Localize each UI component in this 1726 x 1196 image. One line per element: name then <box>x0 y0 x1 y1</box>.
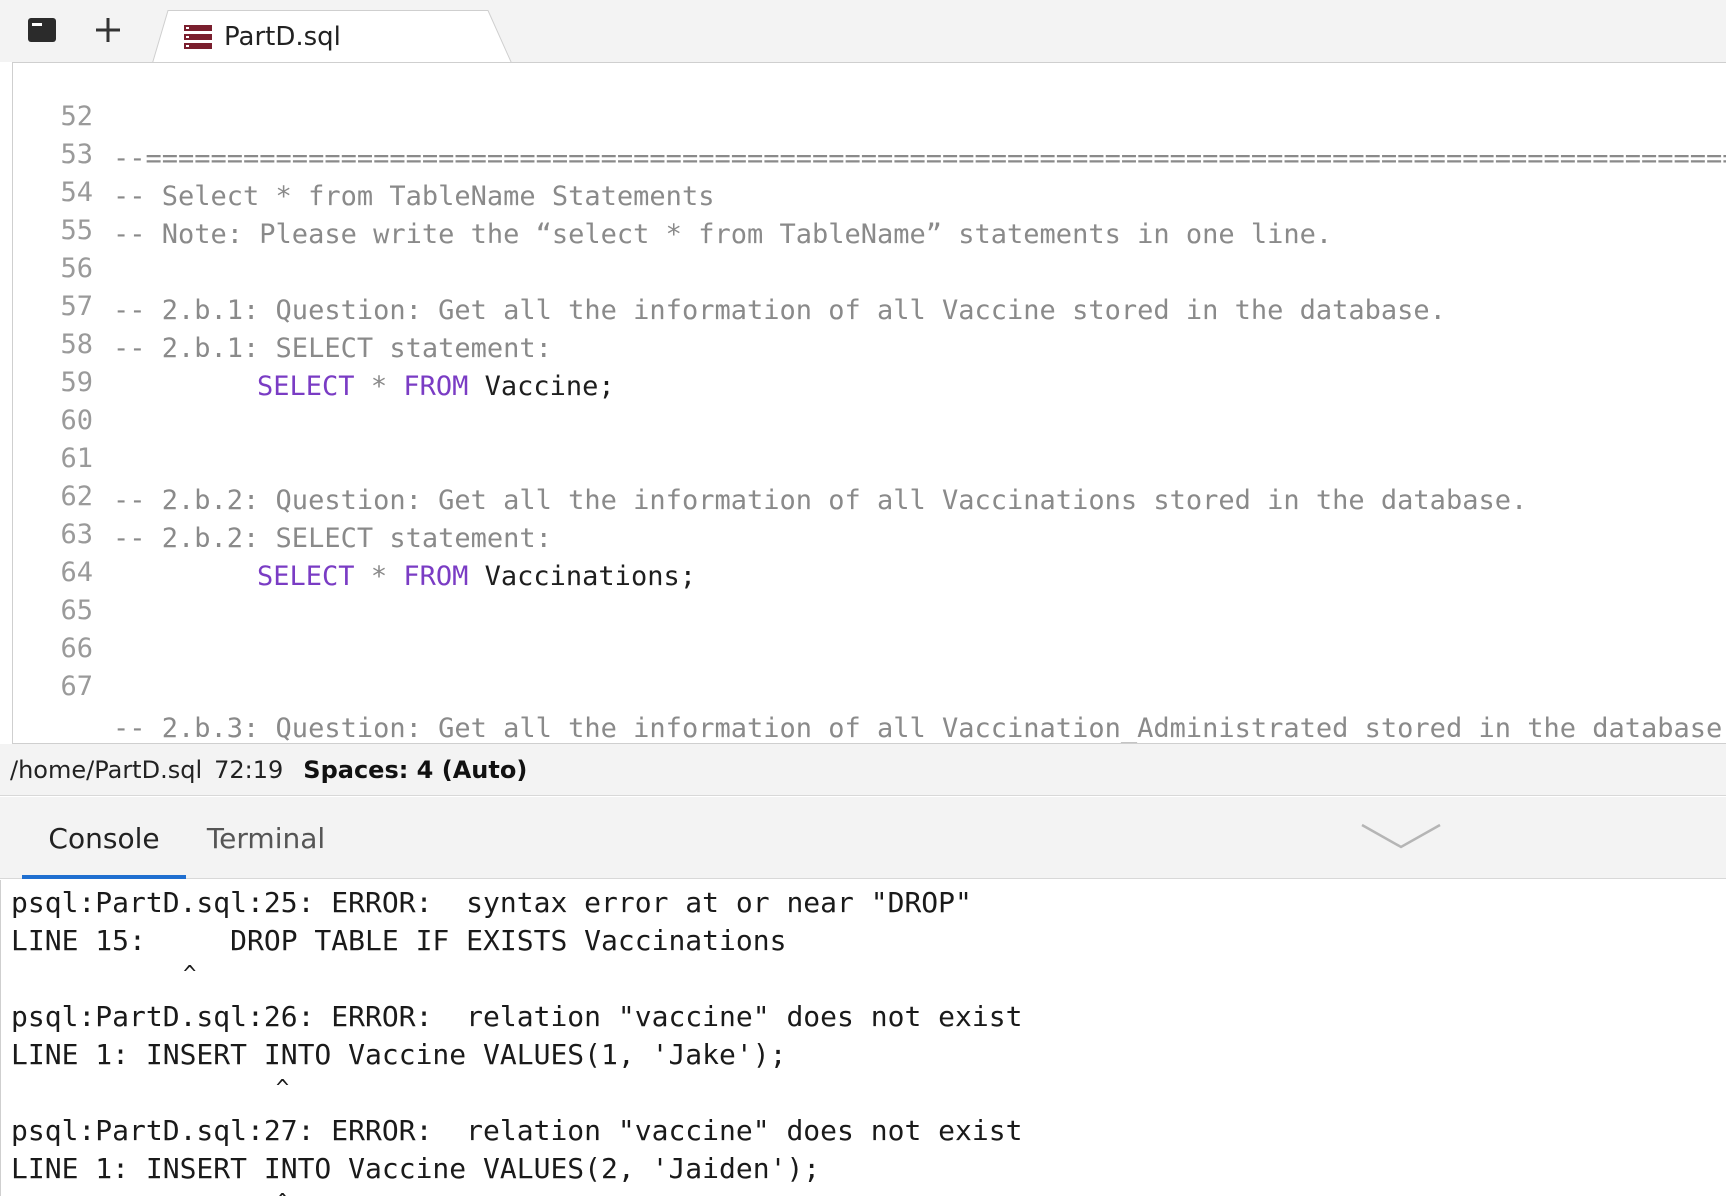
sql-keyword: FROM <box>403 371 469 402</box>
code-text: -- Select * from TableName Statements <box>113 181 715 212</box>
code-text: -- 2.b.1: Question: Get all the informat… <box>113 295 1446 326</box>
panel-icon[interactable] <box>22 12 62 48</box>
plus-icon <box>96 18 120 42</box>
code-text: --======================================… <box>113 143 1726 174</box>
code-text: -- 2.b.2: Question: Get all the informat… <box>113 485 1528 516</box>
console-line: ^ <box>11 1076 290 1101</box>
code-text: -- 2.b.1: SELECT statement: <box>113 333 552 364</box>
code-line: 65 <box>13 548 93 626</box>
code-line: 60 <box>13 358 93 436</box>
console-line: psql:PartD.sql:27: ERROR: relation "vacc… <box>11 1114 1023 1147</box>
code-line: 59 <box>13 320 93 398</box>
sql-operator: * <box>370 561 388 592</box>
code-line: 61 -- 2.b.2: Question: Get all the infor… <box>13 396 1527 516</box>
code-line: 67 -- 2.b.3: Question: Get all the infor… <box>13 624 1726 743</box>
database-file-icon <box>184 24 212 49</box>
cursor-position[interactable]: 72:19 <box>214 756 283 784</box>
console-line: LINE 1: INSERT INTO Vaccine VALUES(1, 'J… <box>11 1038 787 1071</box>
sql-keyword: SELECT <box>257 371 355 402</box>
console-line: ^ <box>11 1184 289 1196</box>
console-line: ^ <box>11 962 197 987</box>
code-line: 54 -- Note: Please write the “select * f… <box>13 130 1332 250</box>
tab-bar: PartD.sql <box>0 0 1726 63</box>
code-line: 58 SELECT * FROM Vaccine; <box>13 282 614 402</box>
sql-identifier: Vaccinations; <box>484 561 696 592</box>
chevron-down-icon[interactable] <box>1360 817 1442 853</box>
tab-console[interactable]: Console <box>22 797 186 879</box>
file-path: /home/PartD.sql <box>10 755 203 784</box>
panel-tab-bar: Console Terminal <box>0 797 1726 879</box>
tab-partd-sql[interactable]: PartD.sql <box>152 10 512 63</box>
code-line: 57 -- 2.b.1: SELECT statement: <box>13 244 551 364</box>
code-line: 63 SELECT * FROM Vaccinations; <box>13 472 695 592</box>
line-number: 67 <box>60 671 93 702</box>
console-line: LINE 1: INSERT INTO Vaccine VALUES(2, 'J… <box>11 1152 821 1185</box>
code-text: -- 2.b.3: Question: Get all the informat… <box>113 713 1726 744</box>
code-text: -- 2.b.2: SELECT statement: <box>113 523 552 554</box>
indentation-setting[interactable]: Spaces: 4 (Auto) <box>303 756 527 784</box>
code-line: 56 -- 2.b.1: Question: Get all the infor… <box>13 206 1445 326</box>
console-line: LINE 15: DROP TABLE IF EXISTS Vaccinatio… <box>11 924 787 957</box>
code-line: 53 -- Select * from TableName Statements <box>13 92 714 212</box>
status-bar: /home/PartD.sql 72:19 Spaces: 4 (Auto) <box>0 744 1726 796</box>
tab-terminal[interactable]: Terminal <box>196 797 336 879</box>
code-line: 64 <box>13 510 93 588</box>
code-line: 55 <box>13 168 93 246</box>
new-tab-button[interactable] <box>88 12 128 48</box>
code-line: 52 --===================================… <box>13 63 1726 174</box>
code-text: SELECT * FROM Vaccine; <box>257 366 615 408</box>
sql-operator: * <box>370 371 388 402</box>
console-line: psql:PartD.sql:25: ERROR: syntax error a… <box>11 886 972 919</box>
console-output[interactable]: psql:PartD.sql:25: ERROR: syntax error a… <box>0 880 1726 1196</box>
code-text: SELECT * FROM Vaccinations; <box>257 556 696 598</box>
sql-identifier: Vaccine; <box>484 371 615 402</box>
code-line: 66 <box>13 586 93 664</box>
tab-label: PartD.sql <box>224 21 341 52</box>
code-editor[interactable]: 52 --===================================… <box>12 62 1726 744</box>
code-text: -- Note: Please write the “select * from… <box>113 219 1333 250</box>
sql-keyword: FROM <box>403 561 469 592</box>
code-line: 62 -- 2.b.2: SELECT statement: <box>13 434 551 554</box>
sql-keyword: SELECT <box>257 561 355 592</box>
console-line: psql:PartD.sql:26: ERROR: relation "vacc… <box>11 1000 1023 1033</box>
